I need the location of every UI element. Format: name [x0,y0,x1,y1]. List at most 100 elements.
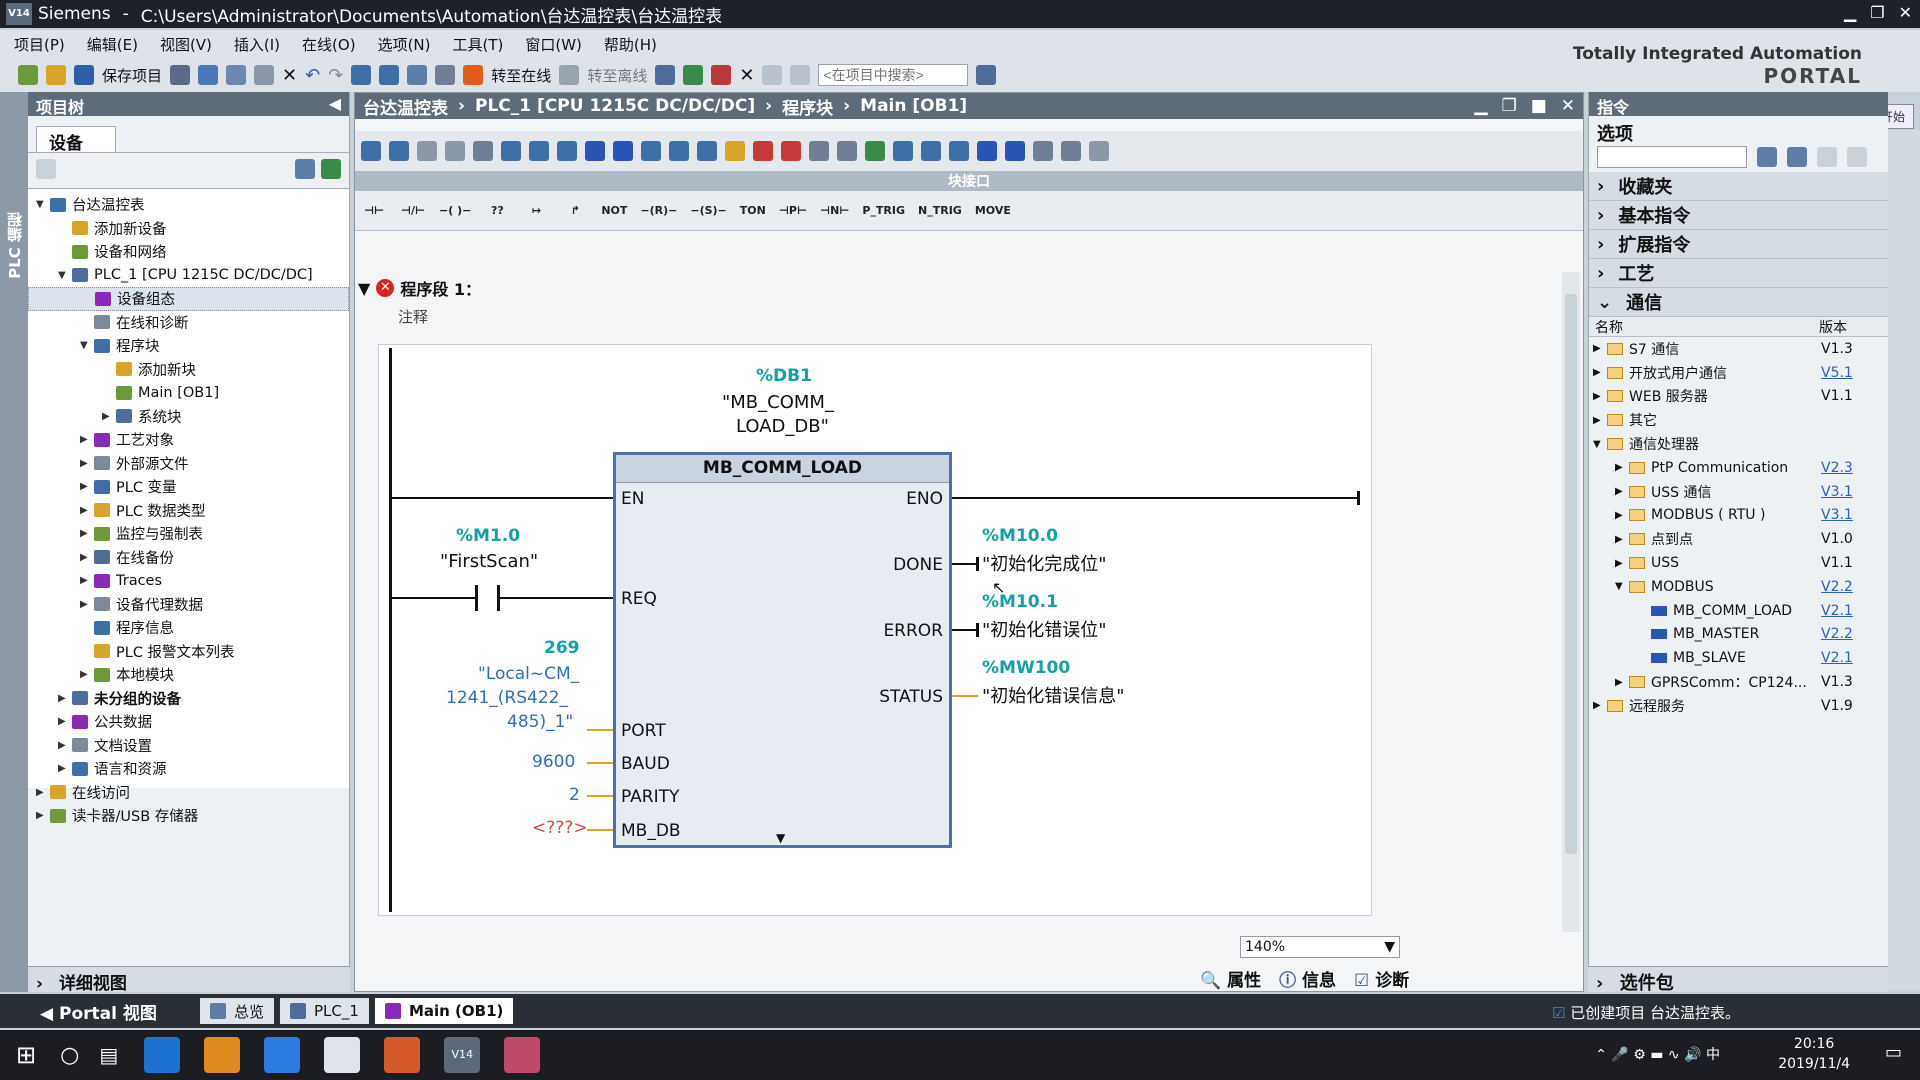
item-expand-icon[interactable]: ▶ [1615,534,1629,545]
ladder-element-button[interactable]: ⊣N⊢ [820,204,849,217]
instruction-item[interactable]: ▼ MODBUS V2.2 [1589,575,1888,599]
network-comment[interactable]: 注释 [398,306,428,327]
ladder-element-button[interactable]: ⊣⊢ [361,204,387,217]
stop-cpu-icon[interactable] [711,65,732,85]
mb-comm-load-block[interactable]: MB_COMM_LOAD EN REQ PORT BAUD PARITY MB_… [613,452,952,848]
app-orange-icon[interactable] [204,1037,241,1073]
editor-tool-icon[interactable] [725,141,745,161]
tree-expand-icon[interactable]: ▶ [36,810,50,821]
tree-expand-icon[interactable]: ▶ [80,481,94,492]
search-up-icon[interactable] [1787,147,1807,167]
instruction-item[interactable]: ▶ 远程服务 V1.9 [1589,694,1888,718]
undo-icon[interactable]: ↶ [305,65,320,86]
collapse-pane-icon[interactable]: ◀ [329,94,341,114]
item-expand-icon[interactable]: ▶ [1615,510,1629,521]
db-address[interactable]: %DB1 [756,366,812,386]
instruction-section[interactable]: ⌄ 通信 [1589,288,1888,317]
view-icon[interactable] [1817,147,1837,167]
menu-tools[interactable]: 工具(T) [453,34,504,55]
maximize-editor-icon[interactable]: ■ [1531,96,1547,116]
tab-plc1[interactable]: PLC_1 [280,998,369,1024]
instruction-item[interactable]: ▶ MODBUS ( RTU ) V3.1 [1589,504,1888,528]
ladder-element-button[interactable]: −(R)− [640,204,677,217]
ladder-element-button[interactable]: N_TRIG [918,204,962,217]
item-expand-icon[interactable]: ▶ [1615,677,1629,688]
tree-item[interactable]: ▶ 本地模块 [28,663,349,687]
instruction-item[interactable]: ▶ 其它 [1589,408,1888,432]
app-w-icon[interactable] [264,1037,301,1073]
delete-icon[interactable]: ✕ [282,65,297,86]
ladder-element-button[interactable]: −( )− [439,204,471,217]
mb-db-value[interactable]: <???> [532,818,588,838]
simulation-icon[interactable] [435,65,456,85]
item-expand-icon[interactable]: ▶ [1615,462,1629,473]
tab-diagnostics[interactable]: ☑ 诊断 [1354,966,1409,991]
app-office-icon[interactable] [384,1037,421,1073]
tree-item[interactable]: ▼ 程序块 [28,334,349,358]
pin-mb-db[interactable]: MB_DB [621,821,681,841]
tree-item[interactable]: 设备组态 [28,287,349,311]
overview-icon[interactable] [295,159,315,179]
plc-programming-strip[interactable]: PLC 编程 [0,92,28,992]
ladder-element-button[interactable]: MOVE [975,204,1011,217]
instruction-item[interactable]: MB_SLAVE V2.1 [1589,646,1888,670]
edge-icon[interactable] [144,1037,181,1073]
status-operand-address[interactable]: %MW100 [982,658,1070,678]
item-version[interactable]: V5.1 [1821,365,1853,381]
notification-icon[interactable]: ▭ [1885,1042,1902,1063]
ladder-element-button[interactable]: ⊣/⊢ [400,204,426,217]
download-icon[interactable] [379,65,400,85]
editor-tool-icon[interactable] [557,141,577,161]
windows-start-icon[interactable]: ⊞ [16,1041,36,1069]
tree-item[interactable]: ▶ 读卡器/USB 存储器 [28,804,349,828]
parity-value[interactable]: 2 [569,785,580,805]
instruction-search-input[interactable] [1597,146,1747,168]
tree-expand-icon[interactable]: ▶ [102,411,116,422]
item-version[interactable]: V3.1 [1821,484,1853,500]
save-icon[interactable] [74,65,94,85]
tree-item[interactable]: ▼ 台达温控表 [28,193,349,217]
tray-icons[interactable]: ⌃ 🎤 ⚙ ▬ ∿ 🔊 中 [1595,1044,1720,1064]
ladder-element-button[interactable]: TON [740,204,766,217]
tab-properties[interactable]: 🔍 属性 [1200,966,1261,991]
minimize-editor-icon[interactable]: ▁ [1474,96,1487,116]
editor-tool-icon[interactable] [1005,141,1025,161]
editor-tool-icon[interactable] [949,141,969,161]
copy-icon[interactable] [226,65,247,85]
item-expand-icon[interactable]: ▶ [1593,343,1607,354]
tree-expand-icon[interactable]: ▼ [58,270,72,281]
tree-expand-icon[interactable]: ▶ [80,505,94,516]
item-version[interactable]: V2.1 [1821,603,1853,619]
ladder-element-button[interactable]: ?? [484,204,510,217]
menu-view[interactable]: 视图(V) [160,34,212,55]
tab-overview[interactable]: 总览 [200,998,275,1024]
item-expand-icon[interactable]: ▼ [1615,581,1629,592]
editor-tool-icon[interactable] [697,141,717,161]
instruction-item[interactable]: ▶ 点到点 V1.0 [1589,527,1888,551]
editor-tool-icon[interactable] [361,141,381,161]
editor-tool-icon[interactable] [613,141,633,161]
ladder-element-button[interactable]: ⊣P⊢ [779,204,807,217]
menu-edit[interactable]: 编辑(E) [87,34,138,55]
tree-expand-icon[interactable]: ▶ [80,552,94,563]
instruction-item[interactable]: MB_MASTER V2.2 [1589,623,1888,647]
redo-icon[interactable]: ↷ [328,65,343,86]
tree-expand-icon[interactable]: ▶ [58,763,72,774]
done-operand-address[interactable]: %M10.0 [982,526,1058,546]
pin-status[interactable]: STATUS [879,687,943,707]
instruction-section[interactable]: › 收藏夹 [1589,172,1888,201]
go-online-icon[interactable] [463,65,484,85]
detail-view-header[interactable]: › 详细视图 [28,966,350,994]
tree-expand-icon[interactable]: ▶ [58,716,72,727]
close-editor-icon[interactable]: ✕ [1561,96,1575,116]
instruction-item[interactable]: ▶ WEB 服务器 V1.1 [1589,385,1888,409]
tree-item[interactable]: 设备和网络 [28,240,349,264]
instruction-item[interactable]: ▶ S7 通信 V1.3 [1589,337,1888,361]
tree-item[interactable]: ▶ 在线备份 [28,546,349,570]
editor-tool-icon[interactable] [389,141,409,161]
search-icon[interactable] [976,65,997,85]
editor-vertical-scrollbar[interactable] [1562,272,1580,932]
editor-tool-icon[interactable] [753,141,773,161]
menu-online[interactable]: 在线(O) [302,34,356,55]
sync-icon[interactable] [321,159,341,179]
